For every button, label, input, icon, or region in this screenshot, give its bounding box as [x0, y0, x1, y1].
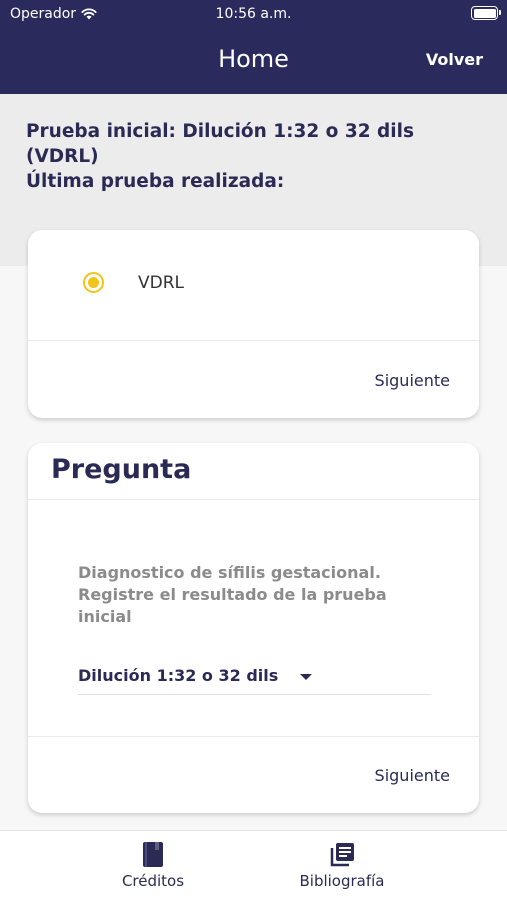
result-dropdown[interactable]: Dilución 1:32 o 32 dils: [78, 661, 431, 695]
previous-question-card: VDRL Siguiente: [28, 230, 479, 418]
card-title: Pregunta: [51, 454, 192, 485]
library-icon: [330, 843, 354, 867]
initial-test-label: Prueba inicial: Dilución 1:32 o 32 dils: [26, 121, 414, 142]
tab-label: Créditos: [121, 872, 185, 890]
question-text: Diagnostico de sífilis gestacional. Regi…: [78, 563, 387, 626]
card-divider: [28, 340, 479, 341]
radio-option-vdrl[interactable]: VDRL: [83, 272, 184, 293]
next-button[interactable]: Siguiente: [375, 371, 450, 390]
initial-test-type: (VDRL): [26, 146, 99, 167]
next-button[interactable]: Siguiente: [375, 766, 450, 785]
radio-selected-icon[interactable]: [83, 272, 104, 293]
status-time: 10:56 a.m.: [215, 6, 292, 22]
card-divider: [28, 736, 479, 737]
book-icon: [143, 842, 163, 867]
radio-option-label: VDRL: [138, 272, 185, 293]
battery-icon: [471, 6, 501, 20]
back-button[interactable]: Volver: [426, 50, 483, 69]
tab-label: Bibliografía: [299, 872, 385, 890]
status-bar: Operador 10:56 a.m.: [0, 0, 507, 30]
card-divider: [28, 499, 479, 500]
last-test-label: Última prueba realizada:: [26, 171, 285, 192]
caret-down-icon: [300, 674, 312, 680]
question-card: Pregunta Diagnostico de sífilis gestacio…: [28, 443, 479, 813]
app-header: Operador 10:56 a.m. Home Volver: [0, 0, 507, 94]
tab-creditos[interactable]: Créditos: [73, 831, 233, 900]
dropdown-selected-value: Dilución 1:32 o 32 dils: [78, 666, 279, 685]
bottom-tab-bar: Créditos Bibliografía: [0, 830, 507, 900]
tab-bibliografia[interactable]: Bibliografía: [262, 831, 422, 900]
